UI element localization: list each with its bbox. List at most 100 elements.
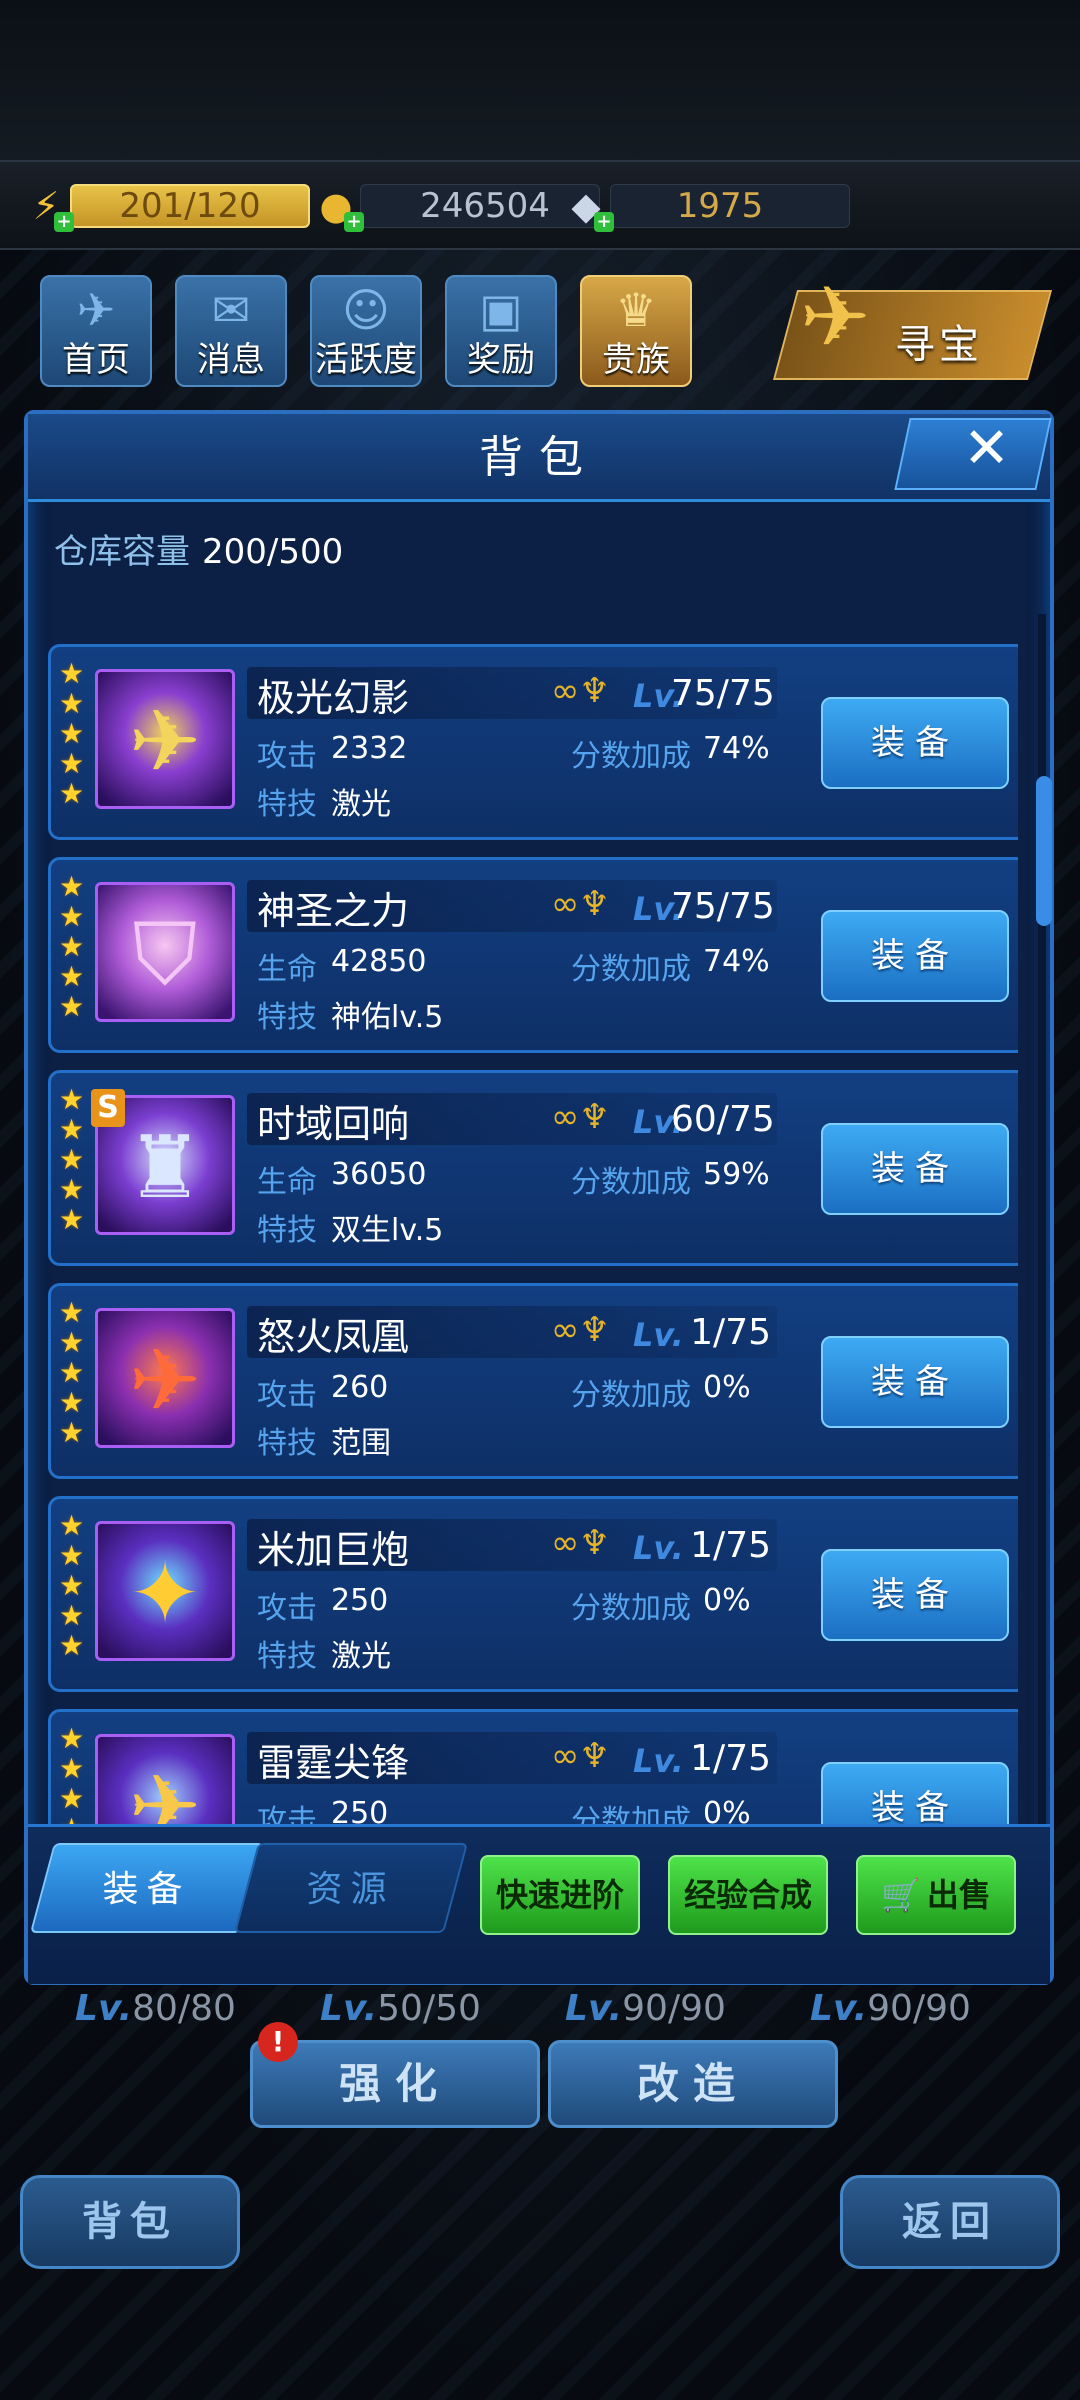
equip-button[interactable]: 装备	[821, 910, 1009, 1002]
tab-resources[interactable]: 资源	[233, 1843, 469, 1933]
fighter-thumbnail[interactable]: ✈	[95, 1308, 235, 1448]
score-key: 分数加成	[571, 1591, 691, 1626]
skill-key: 特技	[257, 1000, 317, 1035]
star-icon: ★	[59, 717, 85, 750]
level-tag: Lv.	[320, 1988, 378, 2029]
notification-badge: !	[258, 2022, 298, 2062]
level-readout-2: Lv.50/50	[320, 1988, 481, 2029]
link-wings-icon: ∞♆	[551, 1310, 610, 1350]
fighter-thumbnail[interactable]: ⛉	[95, 882, 235, 1022]
list-item: ★ ★ ★ ★ ★ ✈ 怒火凤凰 ∞♆ Lv. 1/75 攻击 260 分数加成 0% …	[48, 1283, 1018, 1479]
scrollbar-thumb[interactable]	[1036, 776, 1052, 926]
score-key: 分数加成	[571, 1804, 691, 1824]
skill-value: 激光	[331, 787, 391, 822]
score-value: 0%	[703, 1796, 751, 1824]
score-key: 分数加成	[571, 1378, 691, 1413]
score-value: 0%	[703, 1583, 751, 1618]
message-icon: ✉	[211, 283, 251, 337]
equip-button[interactable]: 装备	[821, 1123, 1009, 1215]
resource-bar: ⚡ + 201/120 ● + 246504 ◆ + 1975	[0, 160, 1080, 250]
equip-button[interactable]: 装备	[821, 1336, 1009, 1428]
back-button[interactable]: 返回	[840, 2175, 1060, 2269]
activity-icon: ☺	[342, 283, 390, 337]
star-icon: ★	[59, 1752, 85, 1785]
fighter-thumbnail[interactable]: ✦	[95, 1521, 235, 1661]
star-icon: ★	[59, 1629, 85, 1662]
nav-activity-button[interactable]: ☺ 活跃度	[310, 275, 422, 387]
sell-button[interactable]: 🛒 出售	[856, 1855, 1016, 1935]
quick-advance-button[interactable]: 快速进阶	[480, 1855, 640, 1935]
level-value: 80/80	[132, 1988, 236, 2029]
item-level: 75/75	[671, 886, 775, 927]
nav-message-label: 消息	[197, 340, 265, 380]
tab-equipment[interactable]: 装备	[29, 1843, 265, 1933]
close-icon[interactable]: ✕	[963, 416, 1010, 481]
item-list[interactable]: ★ ★ ★ ★ ★ ✈ 极光幻影 ∞♆ Lv. 75/75 攻击 2332 分数加成 7…	[48, 594, 1018, 1824]
cannon-icon: ✦	[128, 1544, 202, 1644]
equip-button[interactable]: 装备	[821, 697, 1009, 789]
skill-key: 特技	[257, 787, 317, 822]
exp-merge-button[interactable]: 经验合成	[668, 1855, 828, 1935]
tab-equipment-label: 装备	[102, 1869, 191, 1910]
star-rating: ★★★★★	[59, 1298, 89, 1448]
noble-icon: ♛	[615, 283, 657, 337]
star-icon: ★	[59, 1569, 85, 1602]
star-icon: ★	[59, 930, 85, 963]
stat-key: 攻击	[257, 1591, 317, 1626]
star-icon: ★	[59, 1143, 85, 1176]
fighter-icon: ✈	[128, 692, 202, 792]
capacity-value: 200/500	[202, 532, 344, 572]
stat-value: 2332	[331, 731, 408, 766]
item-name: 雷霆尖锋	[257, 1741, 410, 1785]
stat-key: 生命	[257, 952, 317, 987]
list-item: ★★★★★ ✈ 雷霆尖锋 ∞♆ Lv. 1/75 攻击 250 分数加成 0% …	[48, 1709, 1018, 1824]
star-icon: ★	[59, 777, 85, 810]
skill-value: 激光	[331, 1639, 391, 1674]
stat-value: 42850	[331, 944, 427, 979]
list-item: ★ ★ ★ ★ ★ ♜ S 时域回响 ∞♆ Lv. 60/75 生命 36050 分数加…	[48, 1070, 1018, 1266]
gem-resource[interactable]: ◆ + 1975	[560, 182, 850, 232]
score-value: 74%	[703, 731, 770, 766]
item-level: 60/75	[671, 1099, 775, 1140]
star-icon: ★	[59, 1113, 85, 1146]
level-readout-4: Lv.90/90	[810, 1988, 971, 2029]
star-rating: ★★★★★	[59, 1085, 89, 1235]
link-wings-icon: ∞♆	[551, 1736, 610, 1776]
item-level: 75/75	[671, 673, 775, 714]
score-key: 分数加成	[571, 1165, 691, 1200]
star-icon: ★	[59, 1814, 89, 1825]
coin-resource[interactable]: ● + 246504	[310, 182, 600, 232]
score-value: 0%	[703, 1370, 751, 1405]
nav-message-button[interactable]: ✉ 消息	[175, 275, 287, 387]
level-value: 90/90	[867, 1988, 971, 2029]
link-wings-icon: ∞♆	[551, 1523, 610, 1563]
coin-plus-icon[interactable]: +	[344, 212, 364, 232]
panel-footer: 装备 资源 快速进阶 经验合成 🛒 出售	[28, 1824, 1050, 1984]
level-value: 50/50	[377, 1988, 481, 2029]
nav-home-button[interactable]: ✈ 首页	[40, 275, 152, 387]
fighter-icon: ✈	[128, 1757, 202, 1824]
star-icon: ★	[59, 960, 85, 993]
equip-button[interactable]: 装备	[821, 1549, 1009, 1641]
fighter-thumbnail[interactable]: ✈	[95, 1734, 235, 1824]
link-wings-icon: ∞♆	[551, 1097, 610, 1137]
rank-s-badge: S	[91, 1089, 125, 1127]
nav-reward-button[interactable]: ▣ 奖励	[445, 275, 557, 387]
equip-button[interactable]: 装备	[821, 1762, 1009, 1824]
skill-value: 范围	[331, 1426, 391, 1461]
star-icon: ★	[59, 1326, 85, 1359]
skill-key: 特技	[257, 1426, 317, 1461]
item-name: 米加巨炮	[257, 1528, 410, 1572]
star-rating: ★★★★★	[59, 1724, 89, 1825]
modify-button[interactable]: 改造	[548, 2040, 838, 2128]
star-rating: ★★★★★	[59, 1511, 89, 1661]
gem-plus-icon[interactable]: +	[594, 212, 614, 232]
energy-resource[interactable]: ⚡ + 201/120	[20, 182, 310, 232]
star-icon: ★	[59, 990, 85, 1023]
stat-key: 攻击	[257, 1378, 317, 1413]
backpack-button[interactable]: 背包	[20, 2175, 240, 2269]
item-level: 1/75	[690, 1525, 771, 1566]
score-key: 分数加成	[571, 739, 691, 774]
nav-noble-button[interactable]: ♛ 贵族	[580, 275, 692, 387]
fighter-thumbnail[interactable]: ✈	[95, 669, 235, 809]
